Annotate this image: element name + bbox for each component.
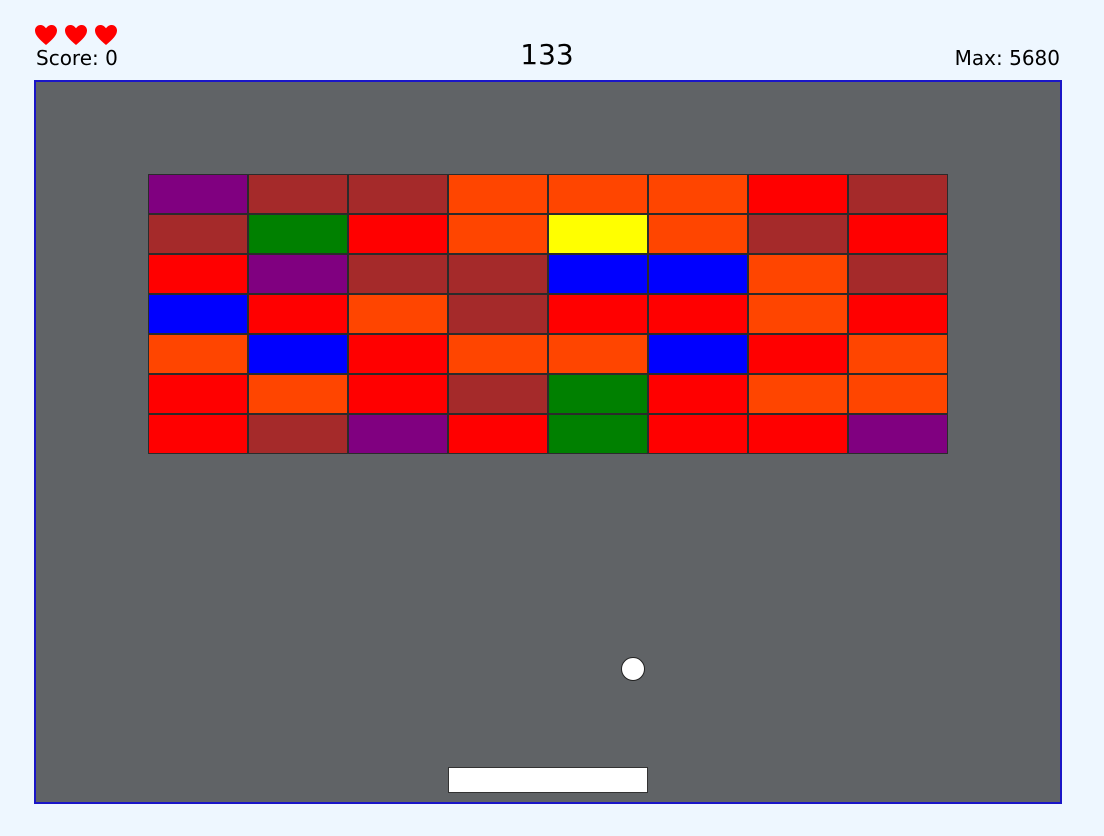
brick (748, 254, 848, 294)
brick (848, 414, 948, 454)
brick (448, 174, 548, 214)
brick (348, 214, 448, 254)
brick (848, 374, 948, 414)
brick (648, 214, 748, 254)
brick (448, 334, 548, 374)
game-field[interactable] (34, 80, 1062, 804)
brick (548, 174, 648, 214)
brick (248, 214, 348, 254)
brick (748, 214, 848, 254)
brick (548, 414, 648, 454)
brick (448, 374, 548, 414)
brick (748, 374, 848, 414)
brick (348, 174, 448, 214)
brick (148, 214, 248, 254)
brick (648, 334, 748, 374)
brick (548, 254, 648, 294)
brick (448, 414, 548, 454)
brick (648, 374, 748, 414)
brick (648, 294, 748, 334)
brick (848, 214, 948, 254)
timer-label: 133 (520, 38, 574, 71)
brick (148, 334, 248, 374)
brick (648, 414, 748, 454)
brick (148, 374, 248, 414)
brick (248, 334, 348, 374)
brick (148, 414, 248, 454)
brick (648, 174, 748, 214)
brick (848, 174, 948, 214)
brick (748, 174, 848, 214)
brick (548, 294, 648, 334)
brick (348, 294, 448, 334)
brick (748, 414, 848, 454)
brick (348, 374, 448, 414)
brick (748, 334, 848, 374)
brick (548, 374, 648, 414)
brick (248, 254, 348, 294)
brick (848, 334, 948, 374)
brick (648, 254, 748, 294)
brick (548, 334, 648, 374)
brick (148, 254, 248, 294)
brick (248, 414, 348, 454)
brick (848, 294, 948, 334)
brick (748, 294, 848, 334)
brick (248, 294, 348, 334)
max-score-label: Max: 5680 (954, 46, 1060, 70)
brick (248, 174, 348, 214)
brick (448, 254, 548, 294)
brick (448, 214, 548, 254)
brick (148, 174, 248, 214)
brick (448, 294, 548, 334)
brick (348, 414, 448, 454)
brick (848, 254, 948, 294)
brick (348, 334, 448, 374)
ball (621, 657, 645, 681)
brick-wall (148, 174, 948, 454)
hud: Score: 0 133 Max: 5680 (0, 0, 1104, 80)
brick (248, 374, 348, 414)
brick (148, 294, 248, 334)
brick (548, 214, 648, 254)
brick (348, 254, 448, 294)
paddle[interactable] (448, 767, 648, 793)
